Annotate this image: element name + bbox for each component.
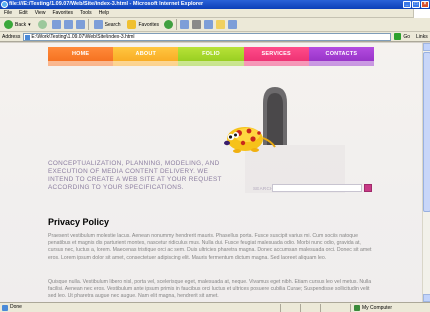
maximize-button[interactable]: □ (412, 1, 420, 8)
page-icon (25, 34, 31, 40)
folder-icon[interactable] (216, 20, 226, 29)
page-title: Privacy Policy (48, 217, 110, 227)
vertical-scrollbar[interactable] (422, 43, 430, 302)
nav-services[interactable]: SERVICES (243, 47, 310, 66)
home-icon[interactable] (75, 20, 85, 29)
forward-arrow-icon (37, 20, 47, 29)
print-icon[interactable] (192, 20, 202, 29)
mail-icon[interactable] (180, 20, 190, 29)
security-zone: My Computer (350, 304, 428, 312)
menu-help[interactable]: Help (99, 9, 109, 17)
back-button[interactable]: Back ▾ (2, 19, 33, 31)
toolbar-divider (176, 19, 178, 30)
status-divider (280, 304, 281, 312)
nav-about[interactable]: ABOUT (113, 47, 179, 66)
window-titlebar: file:///E:/Testing/1.09.07/Web/Site/inde… (0, 0, 430, 9)
search-label: SEARCH (253, 186, 274, 191)
address-value: E:\Work\Testing\1.09.07\Web\Site\index-3… (31, 33, 135, 40)
minimize-button[interactable]: _ (403, 1, 411, 8)
status-text: Done (10, 304, 22, 310)
scroll-up-button[interactable] (423, 43, 430, 51)
refresh-icon[interactable] (63, 20, 73, 29)
nav-folio[interactable]: FOLIO (178, 47, 244, 66)
menu-bar: File Edit View Favorites Tools Help (0, 9, 430, 18)
status-divider (300, 304, 301, 312)
windows-logo-icon (413, 9, 430, 18)
status-bar: Done My Computer (0, 302, 430, 312)
status-divider (320, 304, 321, 312)
go-arrow-icon (394, 33, 402, 40)
nav-home[interactable]: HOME (48, 47, 114, 66)
go-button[interactable]: Go (394, 33, 410, 40)
site-search-input[interactable] (272, 184, 362, 192)
edit-icon[interactable] (204, 20, 214, 29)
status-left: Done (2, 303, 22, 312)
address-input[interactable]: E:\Work\Testing\1.09.07\Web\Site\index-3… (23, 32, 392, 41)
search-label: Search (104, 21, 121, 28)
site-search-button[interactable] (364, 184, 372, 192)
toolbar: Back ▾ Search Favorites (0, 18, 430, 32)
favorites-button[interactable]: Favorites (125, 19, 161, 31)
forward-button[interactable] (36, 19, 49, 31)
computer-icon (354, 305, 360, 311)
favorites-star-icon (127, 20, 137, 29)
browser-viewport: HOME ABOUT FOLIO SERVICES CONTACTS Conce… (0, 43, 422, 302)
search-icon (93, 20, 103, 29)
messenger-icon[interactable] (228, 20, 238, 29)
back-label: Back (15, 21, 27, 28)
toolbar-divider (87, 19, 89, 30)
nav-contacts[interactable]: CONTACTS (308, 47, 375, 66)
media-icon[interactable] (164, 20, 174, 29)
menu-favorites[interactable]: Favorites (52, 9, 73, 17)
search-button[interactable]: Search (92, 19, 123, 31)
menu-view[interactable]: View (35, 9, 46, 17)
address-bar: Address E:\Work\Testing\1.09.07\Web\Site… (0, 32, 430, 42)
links-button[interactable]: Links (416, 34, 428, 40)
chevron-down-icon: ▾ (28, 21, 31, 28)
policy-paragraph: Praesent vestibulum molestie lacus. Aene… (48, 233, 372, 261)
scroll-down-button[interactable] (423, 294, 430, 302)
window-controls: _ □ × (403, 1, 429, 8)
tagline: Conceptualization, planning, modeling, a… (48, 160, 222, 191)
policy-paragraph: Quisque nulla. Vestibulum libero nisl, p… (48, 279, 372, 300)
address-label: Address (2, 33, 21, 40)
menu-file[interactable]: File (4, 9, 12, 17)
favorites-label: Favorites (138, 21, 160, 28)
menu-tools[interactable]: Tools (80, 9, 92, 17)
zone-label: My Computer (362, 304, 393, 311)
back-arrow-icon (4, 20, 13, 29)
scroll-thumb[interactable] (423, 52, 430, 212)
page-done-icon (2, 304, 8, 311)
window-title: file:///E:/Testing/1.09.07/Web/Site/inde… (9, 1, 204, 7)
close-button[interactable]: × (421, 1, 429, 8)
stop-icon[interactable] (51, 20, 61, 29)
go-label: Go (403, 33, 411, 40)
main-nav: HOME ABOUT FOLIO SERVICES CONTACTS (48, 47, 375, 66)
menu-edit[interactable]: Edit (19, 9, 28, 17)
ie-logo-icon (1, 1, 8, 8)
